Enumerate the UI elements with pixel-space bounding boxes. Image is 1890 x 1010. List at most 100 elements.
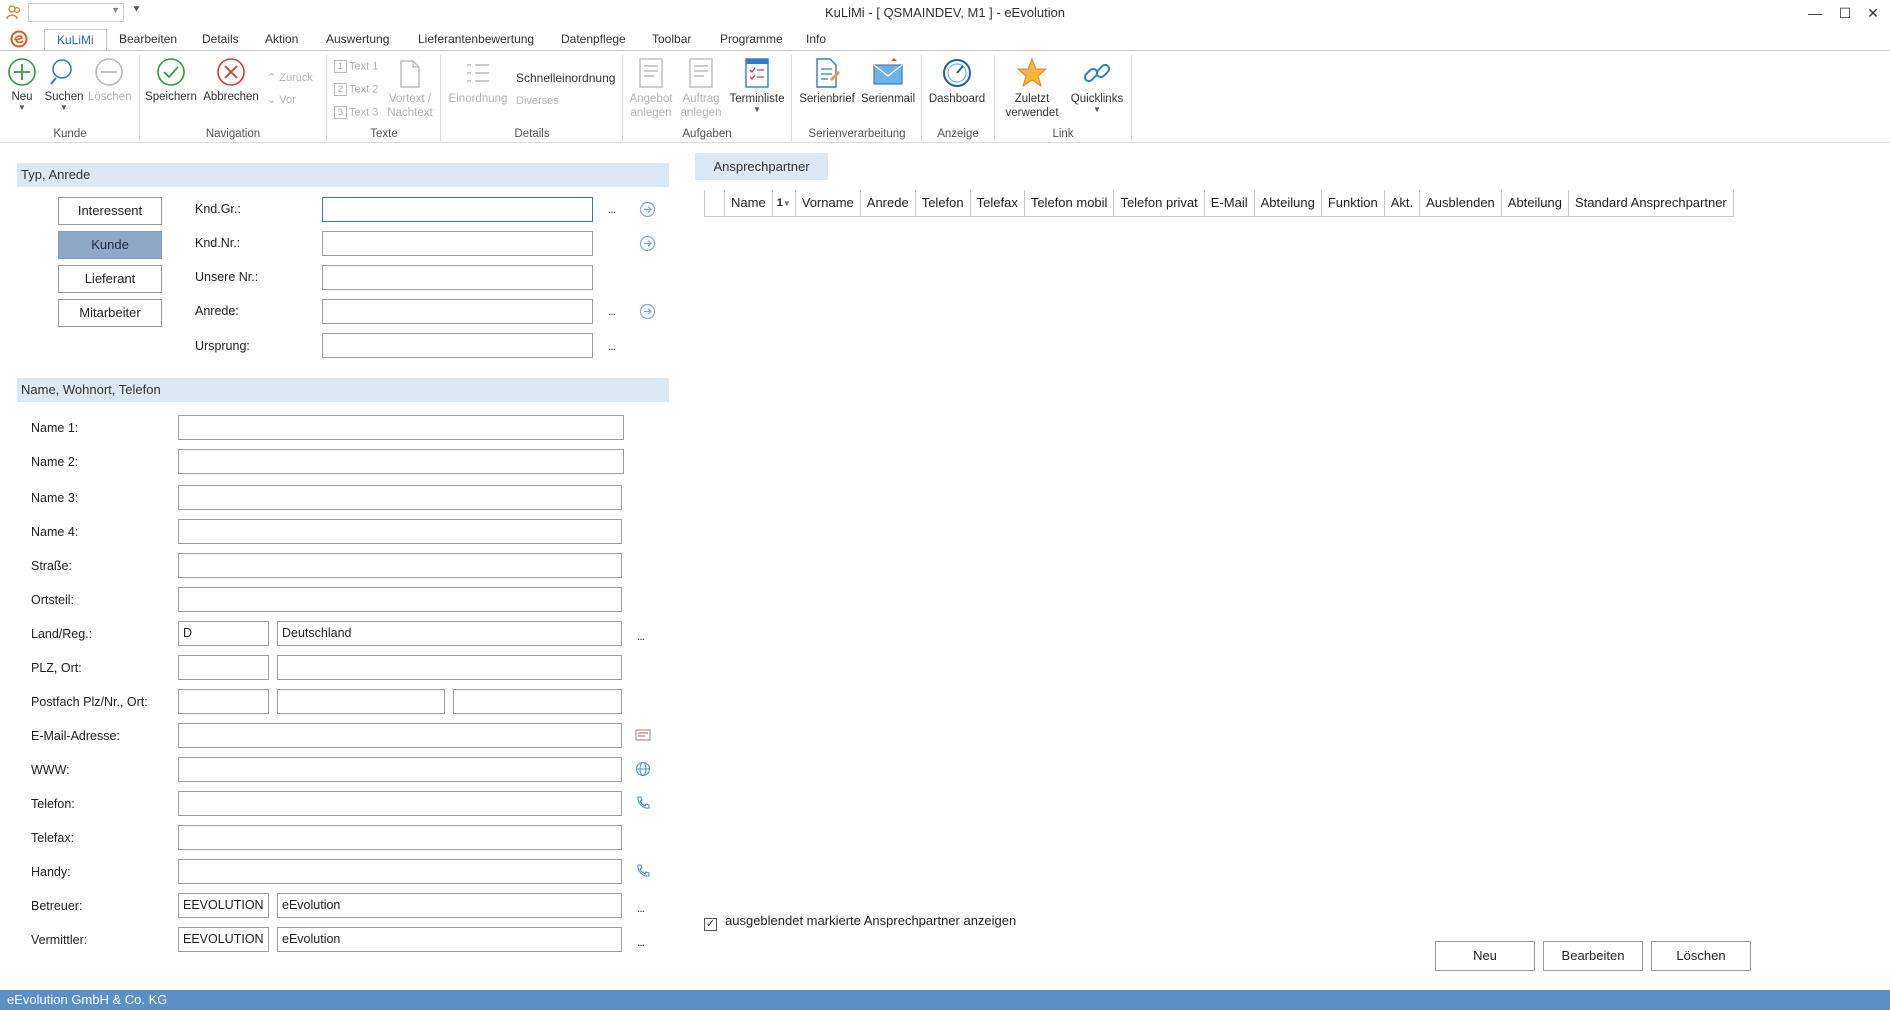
column-header-fax[interactable]: Telefax — [969, 190, 1024, 217]
column-header-default-contact[interactable]: Standard Ansprechpartner — [1568, 190, 1734, 217]
column-header-name[interactable]: Name — [724, 190, 772, 217]
serial-mail-button[interactable]: Serienmail — [858, 57, 918, 106]
cancel-button[interactable]: Abbrechen — [202, 57, 260, 104]
zip-field[interactable] — [178, 655, 269, 680]
app-logo-icon[interactable] — [10, 30, 28, 48]
name4-field[interactable] — [178, 519, 622, 544]
appointment-list-button[interactable]: Terminliste ▼ — [727, 57, 787, 114]
text3-button[interactable]: 3 Text 3 — [334, 106, 378, 119]
delete-contact-button[interactable]: Löschen — [1651, 941, 1751, 971]
email-field[interactable] — [178, 723, 622, 748]
column-header-salutation[interactable]: Anrede — [859, 190, 915, 217]
close-button[interactable]: ✕ — [1858, 2, 1888, 24]
salutation-field[interactable] — [322, 299, 593, 324]
account-manager-lookup-button[interactable]: ... — [637, 901, 645, 915]
type-button-lieferant[interactable]: Lieferant — [58, 265, 162, 293]
name3-field[interactable] — [178, 485, 622, 510]
column-header-hide[interactable]: Ausblenden — [1419, 190, 1501, 217]
tab-toolbar[interactable]: Toolbar — [640, 29, 703, 51]
po-box-zip-field[interactable] — [178, 689, 269, 714]
globe-icon[interactable] — [635, 761, 651, 777]
column-header-active[interactable]: Akt. — [1383, 190, 1419, 217]
column-header-department[interactable]: Abteilung — [1253, 190, 1321, 217]
email-compose-icon[interactable] — [635, 727, 651, 743]
tab-programme[interactable]: Programme — [708, 29, 795, 51]
column-header-phone[interactable]: Telefon — [914, 190, 970, 217]
minimize-button[interactable]: — — [1800, 2, 1830, 24]
customer-number-field[interactable] — [322, 231, 593, 256]
recently-used-button[interactable]: Zuletzt verwendet — [998, 57, 1066, 120]
street-field[interactable] — [178, 553, 622, 578]
forward-button[interactable]: ⌄ Vor — [267, 93, 296, 106]
navigate-arrow-icon[interactable] — [639, 201, 656, 218]
create-offer-button[interactable]: Angebot anlegen — [628, 57, 674, 120]
tab-kulimi[interactable]: KuLiMi — [44, 29, 107, 51]
diverses-button[interactable]: Diverses — [516, 95, 559, 107]
origin-lookup-button[interactable]: ... — [608, 339, 616, 353]
column-header-function[interactable]: Funktion — [1320, 190, 1384, 217]
schnelleinordnung-button[interactable]: Schnelleinordnung — [516, 71, 615, 85]
name1-field[interactable] — [178, 415, 624, 440]
tab-datenpflege[interactable]: Datenpflege — [549, 29, 638, 51]
maximize-button[interactable]: ☐ — [1830, 2, 1860, 24]
text1-button[interactable]: 1 Text 1 — [334, 60, 378, 73]
mobile-field[interactable] — [178, 859, 622, 884]
delete-button[interactable]: Löschen — [88, 57, 131, 104]
type-button-mitarbeiter[interactable]: Mitarbeiter — [58, 299, 162, 327]
tab-info[interactable]: Info — [794, 29, 838, 51]
column-header-department-2[interactable]: Abteilung — [1500, 190, 1568, 217]
customer-group-lookup-button[interactable]: ... — [608, 202, 616, 216]
tab-auswertung[interactable]: Auswertung — [314, 29, 401, 51]
show-hidden-contacts-checkbox[interactable]: ✓ — [704, 918, 717, 931]
phone-icon[interactable] — [635, 795, 651, 811]
type-button-kunde[interactable]: Kunde — [58, 231, 162, 259]
new-customer-button[interactable]: Neu ▼ — [4, 57, 40, 112]
salutation-lookup-button[interactable]: ... — [608, 304, 616, 318]
dashboard-button[interactable]: Dashboard — [926, 57, 988, 106]
column-header-mobile[interactable]: Telefon mobil — [1023, 190, 1114, 217]
navigate-arrow-icon[interactable] — [639, 235, 656, 252]
agent-name-field[interactable]: eEvolution — [277, 927, 622, 952]
tab-contact-persons[interactable]: Ansprechpartner — [695, 153, 828, 180]
tab-lieferantenbewertung[interactable]: Lieferantenbewertung — [406, 29, 546, 51]
customer-group-field[interactable] — [322, 197, 593, 222]
account-manager-name-field[interactable]: eEvolution — [277, 893, 622, 918]
search-button[interactable]: Suchen ▼ — [44, 57, 84, 112]
create-order-button[interactable]: Auftrag anlegen — [678, 57, 724, 120]
agent-code-field[interactable]: EEVOLUTION — [178, 927, 269, 952]
new-contact-button[interactable]: Neu — [1435, 941, 1535, 971]
type-button-interessent[interactable]: Interessent — [58, 197, 162, 225]
our-number-field[interactable] — [322, 265, 593, 290]
text2-button[interactable]: 2 Text 2 — [334, 83, 378, 96]
phone-icon[interactable] — [635, 863, 651, 879]
city-field[interactable] — [277, 655, 622, 680]
po-box-number-field[interactable] — [277, 689, 445, 714]
vortext-button[interactable]: Vortext / Nachtext — [386, 59, 434, 120]
navigate-arrow-icon[interactable] — [639, 303, 656, 320]
www-field[interactable] — [178, 757, 622, 782]
tab-aktion[interactable]: Aktion — [253, 29, 310, 51]
agent-lookup-button[interactable]: ... — [637, 935, 645, 949]
country-name-field[interactable]: Deutschland — [277, 621, 622, 646]
po-box-city-field[interactable] — [453, 689, 622, 714]
show-hidden-contacts-option[interactable]: ✓ ausgeblendet markierte Ansprechpartner … — [704, 913, 1016, 931]
back-button[interactable]: ⌃ Zurück — [267, 71, 313, 84]
column-header-private-phone[interactable]: Telefon privat — [1113, 190, 1203, 217]
country-code-field[interactable]: D — [178, 621, 269, 646]
origin-field[interactable] — [322, 333, 593, 358]
quicklinks-button[interactable]: Quicklinks ▼ — [1068, 57, 1126, 114]
column-header-email[interactable]: E-Mail — [1203, 190, 1254, 217]
column-header-first-name[interactable]: Vorname — [794, 190, 860, 217]
save-button[interactable]: Speichern — [144, 57, 198, 104]
tab-details[interactable]: Details — [190, 29, 251, 51]
account-manager-code-field[interactable]: EEVOLUTION — [178, 893, 269, 918]
district-field[interactable] — [178, 587, 622, 612]
fax-field[interactable] — [178, 825, 622, 850]
phone-field[interactable] — [178, 791, 622, 816]
sort-indicator[interactable]: 1▼ — [771, 190, 795, 217]
edit-contact-button[interactable]: Bearbeiten — [1543, 941, 1643, 971]
tab-bearbeiten[interactable]: Bearbeiten — [107, 29, 189, 51]
serial-letter-button[interactable]: Serienbrief — [797, 57, 857, 106]
einordnung-button[interactable]: Einordnung — [446, 59, 510, 106]
country-lookup-button[interactable]: ... — [637, 629, 645, 643]
